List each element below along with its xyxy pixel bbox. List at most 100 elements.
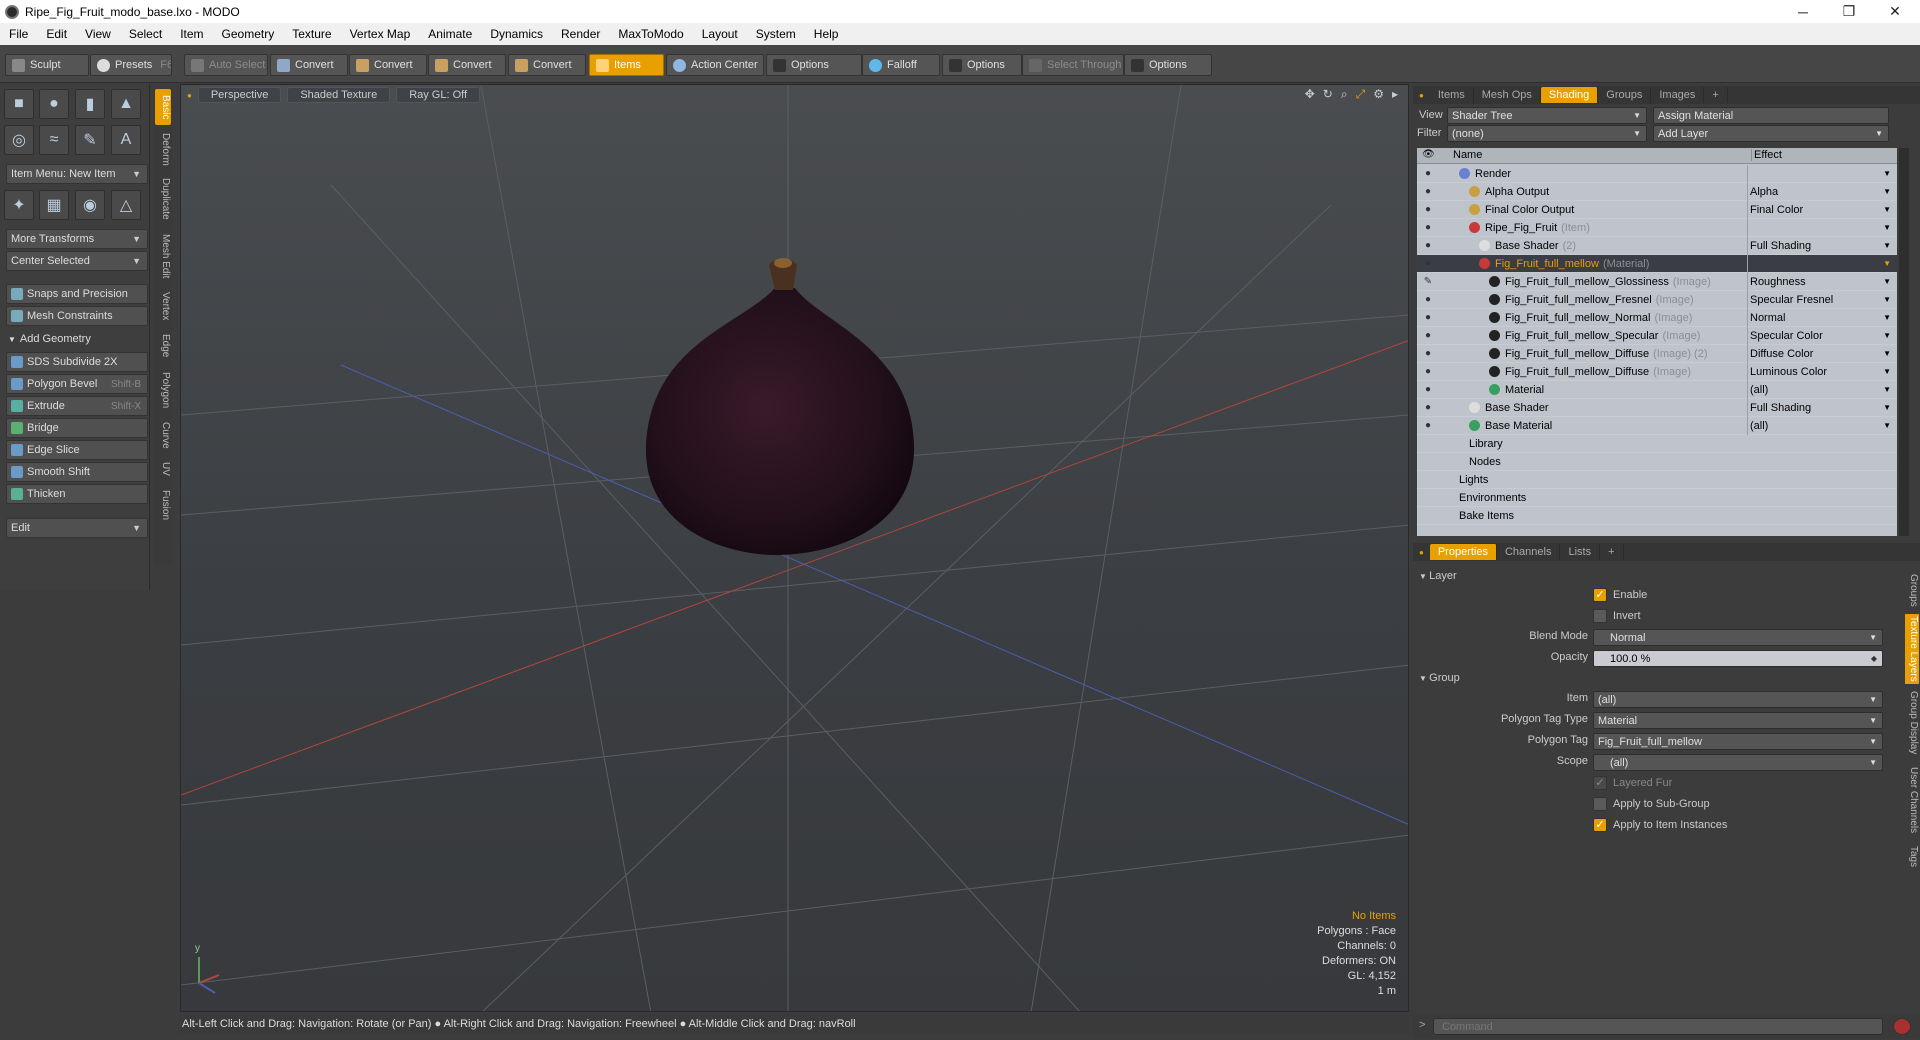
cylinder-icon[interactable]: ▮ — [75, 89, 105, 119]
effect-dropdown[interactable]: Specular Fresnel ▼ — [1747, 290, 1897, 309]
sds-subdivide-button[interactable]: SDS Subdivide 2X — [6, 352, 148, 372]
expand-icon[interactable]: ▸ — [1392, 87, 1398, 102]
falloff-button[interactable]: Falloff — [862, 54, 940, 76]
shader-tree-row[interactable]: ● Alpha Output Alpha ▼ — [1417, 182, 1897, 201]
visibility-eye-icon[interactable]: ● — [1421, 366, 1435, 378]
visibility-eye-icon[interactable]: ● — [1421, 402, 1435, 414]
polygon-tag-dropdown[interactable]: Fig_Fruit_full_mellow ▼ — [1593, 733, 1883, 750]
close-button[interactable]: ✕ — [1872, 0, 1918, 23]
tab-shading[interactable]: Shading — [1540, 87, 1599, 103]
tab-edge[interactable]: Edge — [155, 329, 171, 363]
edit-dropdown[interactable]: Edit ▼ — [6, 518, 148, 538]
panel-menu-icon[interactable]: ● — [1419, 91, 1424, 100]
tab-user-channels[interactable]: User Channels — [1905, 762, 1919, 838]
brush-icon[interactable]: ✎ — [1421, 276, 1435, 288]
shader-tree-row[interactable]: ● Fig_Fruit_full_mellow (Material) ▼ — [1417, 254, 1897, 273]
invert-checkbox[interactable] — [1593, 609, 1607, 623]
tab-polygon[interactable]: Polygon — [155, 367, 171, 413]
fit-view-icon[interactable]: ⤢ — [1356, 87, 1366, 102]
convert-button-1[interactable]: Convert — [270, 54, 348, 76]
convert-button-4[interactable]: Convert — [508, 54, 586, 76]
capsule-icon[interactable]: ≈ — [39, 125, 69, 155]
visibility-eye-icon[interactable]: ● — [1421, 312, 1435, 324]
shader-tree-row[interactable]: ● Render ▼ — [1417, 164, 1897, 183]
pan-icon[interactable]: ✥ — [1305, 87, 1315, 102]
menu-edit[interactable]: Edit — [37, 27, 76, 41]
effect-dropdown[interactable]: Alpha ▼ — [1747, 182, 1897, 201]
tab-groups-side[interactable]: Groups — [1905, 570, 1919, 610]
item-menu-dropdown[interactable]: Item Menu: New Item ▼ — [6, 164, 148, 184]
record-icon[interactable] — [1893, 1018, 1911, 1035]
snaps-precision-button[interactable]: Snaps and Precision — [6, 284, 148, 304]
add-layer-dropdown[interactable]: Add Layer ▼ — [1653, 125, 1889, 142]
visibility-eye-icon[interactable]: ● — [1421, 222, 1435, 234]
menu-help[interactable]: Help — [805, 27, 848, 41]
gear-icon[interactable]: ⚙ — [1373, 87, 1384, 102]
item-dropdown[interactable]: (all) ▼ — [1593, 691, 1883, 708]
menu-file[interactable]: File — [0, 27, 37, 41]
shader-tree-row[interactable]: Lights — [1417, 471, 1897, 489]
grid-icon[interactable]: ▦ — [39, 190, 69, 220]
sphere-icon[interactable]: ● — [39, 89, 69, 119]
menu-render[interactable]: Render — [552, 27, 609, 41]
opacity-input[interactable]: 100.0 % ◆ — [1593, 650, 1883, 667]
thicken-button[interactable]: Thicken — [6, 484, 148, 504]
extrude-button[interactable]: Extrude Shift-X — [6, 396, 148, 416]
shader-tree-row[interactable]: Nodes — [1417, 453, 1897, 471]
effect-dropdown[interactable]: Final Color ▼ — [1747, 200, 1897, 219]
action-center-options-button[interactable]: Options — [766, 54, 862, 76]
shader-tree-row[interactable]: ● Ripe_Fig_Fruit (Item) ▼ — [1417, 218, 1897, 237]
scope-dropdown[interactable]: (all) ▼ — [1593, 754, 1883, 771]
command-input[interactable] — [1433, 1018, 1883, 1035]
menu-select[interactable]: Select — [120, 27, 171, 41]
tab-texture-layers[interactable]: Texture Layers — [1905, 614, 1919, 684]
menu-view[interactable]: View — [76, 27, 120, 41]
tab-mesh-edit[interactable]: Mesh Edit — [155, 229, 171, 283]
cube-icon[interactable]: ■ — [4, 89, 34, 119]
shader-tree-row[interactable]: Bake Items — [1417, 507, 1897, 525]
effect-dropdown[interactable]: Luminous Color ▼ — [1747, 362, 1897, 381]
tree-scrollbar[interactable] — [1899, 148, 1909, 536]
shader-tree-row[interactable]: ● Base Shader (2) Full Shading ▼ — [1417, 236, 1897, 255]
layer-section-header[interactable]: ▼ Layer — [1419, 570, 1457, 582]
center-selected-dropdown[interactable]: Center Selected ▼ — [6, 251, 148, 271]
shader-tree-row[interactable]: ✎ Fig_Fruit_full_mellow_Glossiness (Image)… — [1417, 272, 1897, 291]
effect-dropdown[interactable]: (all) ▼ — [1747, 416, 1897, 435]
effect-dropdown[interactable]: Full Shading ▼ — [1747, 398, 1897, 417]
shader-tree-row[interactable]: ● Fig_Fruit_full_mellow_Diffuse (Image) (2… — [1417, 344, 1897, 363]
menu-vertex-map[interactable]: Vertex Map — [341, 27, 420, 41]
select-through-button[interactable]: Select Through — [1022, 54, 1124, 76]
sculpt-button[interactable]: Sculpt — [5, 54, 89, 76]
visibility-eye-icon[interactable]: ● — [1421, 420, 1435, 432]
shader-tree-row[interactable]: ● Fig_Fruit_full_mellow_Diffuse (Image) Lum… — [1417, 362, 1897, 381]
column-name[interactable]: Name — [1453, 149, 1482, 161]
polygon-bevel-button[interactable]: Polygon Bevel Shift-B — [6, 374, 148, 394]
raygl-toggle[interactable]: Ray GL: Off — [396, 87, 481, 103]
falloff-options-button[interactable]: Options — [942, 54, 1022, 76]
tab-tags[interactable]: Tags — [1905, 842, 1919, 872]
globe-icon[interactable]: ◉ — [75, 190, 105, 220]
layered-fur-checkbox[interactable]: ✓ — [1593, 776, 1607, 790]
effect-dropdown[interactable]: Specular Color ▼ — [1747, 326, 1897, 345]
menu-animate[interactable]: Animate — [419, 27, 481, 41]
enable-checkbox[interactable]: ✓ — [1593, 588, 1607, 602]
more-transforms-dropdown[interactable]: More Transforms ▼ — [6, 229, 148, 249]
select-through-options-button[interactable]: Options — [1124, 54, 1212, 76]
transform-icon[interactable]: ✦ — [4, 190, 34, 220]
tab-basic[interactable]: Basic — [155, 89, 171, 125]
filter-dropdown[interactable]: (none) ▼ — [1447, 125, 1647, 142]
shader-tree-row[interactable]: ● Material (all) ▼ — [1417, 380, 1897, 399]
shading-mode-dropdown[interactable]: Shaded Texture — [287, 87, 391, 103]
scale-icon[interactable]: △ — [111, 190, 141, 220]
action-center-button[interactable]: Action Center — [666, 54, 764, 76]
shader-tree-row[interactable]: ● Fig_Fruit_full_mellow_Fresnel (Image) Spe… — [1417, 290, 1897, 309]
tab-group-display[interactable]: Group Display — [1905, 688, 1919, 758]
effect-dropdown[interactable]: (all) ▼ — [1747, 380, 1897, 399]
tab-deform[interactable]: Deform — [155, 129, 171, 169]
torus-icon[interactable]: ◎ — [4, 125, 34, 155]
auto-select-button[interactable]: Auto Select — [184, 54, 268, 76]
visibility-eye-icon[interactable]: ● — [1421, 204, 1435, 216]
visibility-eye-icon[interactable]: ● — [1421, 294, 1435, 306]
tab-groups[interactable]: Groups — [1598, 87, 1652, 103]
shader-tree-row[interactable]: ● Base Material (all) ▼ — [1417, 416, 1897, 435]
